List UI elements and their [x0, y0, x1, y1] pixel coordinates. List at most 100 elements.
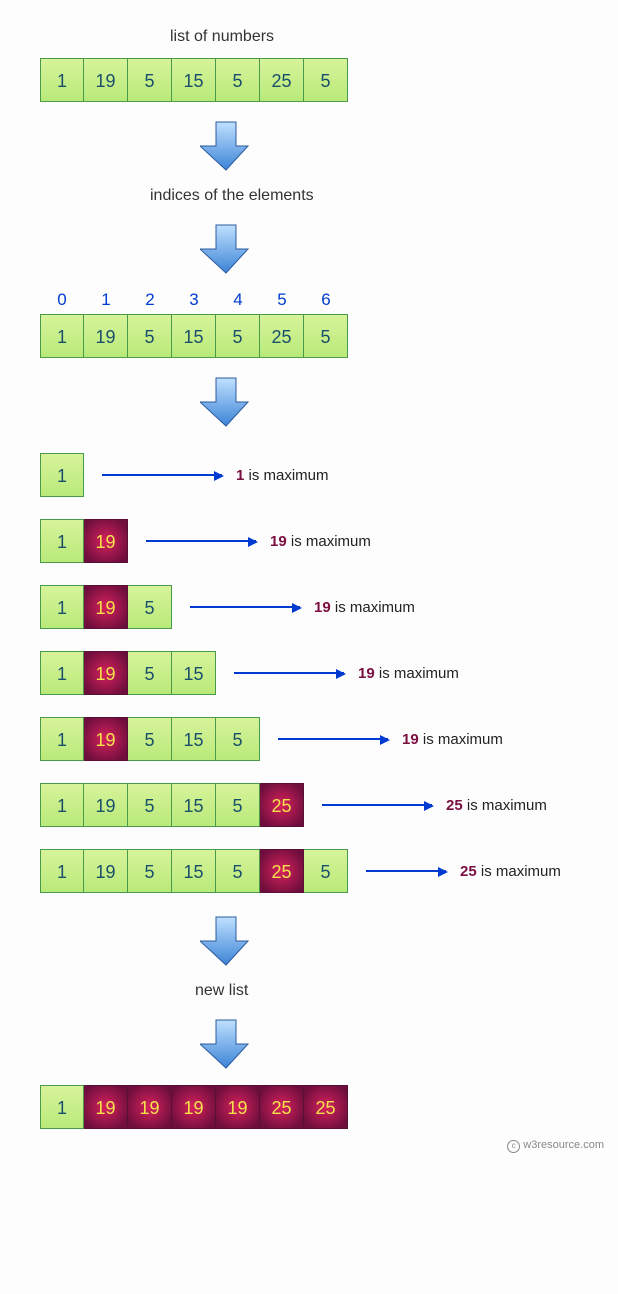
max-annotation: 19 is maximum	[314, 599, 415, 616]
max-value: 19	[314, 599, 331, 616]
arrow-down-icon	[200, 223, 598, 278]
arrow-right-icon	[278, 738, 388, 740]
list-cell: 1	[40, 314, 84, 358]
max-suffix: is maximum	[287, 533, 371, 550]
list-cell: 5	[216, 783, 260, 827]
highlighted-cell: 25	[304, 1085, 348, 1129]
list-cell: 19	[84, 314, 128, 358]
highlighted-cell: 19	[84, 1085, 128, 1129]
max-value: 19	[402, 731, 419, 748]
arrow-down-icon	[200, 915, 598, 970]
max-annotation: 1 is maximum	[236, 467, 329, 484]
label-indices: indices of the elements	[150, 187, 598, 205]
list-cell: 5	[216, 717, 260, 761]
max-suffix: is maximum	[331, 599, 415, 616]
list-cell: 15	[172, 783, 216, 827]
arrow-down-icon	[200, 120, 598, 175]
list-cell: 5	[216, 58, 260, 102]
list-cell: 25	[260, 58, 304, 102]
list-cell: 19	[84, 849, 128, 893]
credit-text: cw3resource.com	[507, 1139, 604, 1153]
index-label: 6	[304, 290, 348, 310]
max-suffix: is maximum	[244, 467, 328, 484]
list-cell: 19	[84, 58, 128, 102]
max-annotation: 19 is maximum	[270, 533, 371, 550]
list-cell: 1	[40, 849, 84, 893]
list-cell: 15	[172, 651, 216, 695]
step-row: 119519 is maximum	[40, 585, 598, 629]
list-cell: 1	[40, 519, 84, 563]
arrow-right-icon	[190, 606, 300, 608]
arrow-down-icon	[200, 376, 598, 431]
max-suffix: is maximum	[477, 863, 561, 880]
list-cell: 25	[260, 314, 304, 358]
step-cells: 119515525	[40, 783, 304, 827]
max-annotation: 19 is maximum	[358, 665, 459, 682]
highlighted-cell: 25	[260, 783, 304, 827]
max-annotation: 19 is maximum	[402, 731, 503, 748]
max-value: 25	[460, 863, 477, 880]
max-suffix: is maximum	[463, 797, 547, 814]
max-suffix: is maximum	[419, 731, 503, 748]
list-cell: 1	[40, 58, 84, 102]
steps-container: 11 is maximum11919 is maximum119519 is m…	[40, 453, 598, 893]
list-cell: 5	[128, 717, 172, 761]
list-cell: 5	[128, 585, 172, 629]
step-cells: 1195155255	[40, 849, 348, 893]
arrow-right-icon	[102, 474, 222, 476]
list-cell: 5	[128, 58, 172, 102]
index-label: 1	[84, 290, 128, 310]
step-row: 119515519 is maximum	[40, 717, 598, 761]
input-list-row: 1195155255	[40, 58, 598, 102]
input-list-with-indices: 1195155255	[40, 314, 598, 358]
arrow-right-icon	[322, 804, 432, 806]
step-row: 119515525525 is maximum	[40, 849, 598, 893]
index-label: 5	[260, 290, 304, 310]
index-label: 4	[216, 290, 260, 310]
list-cell: 1	[40, 783, 84, 827]
index-label: 2	[128, 290, 172, 310]
result-list-row: 1191919192525	[40, 1085, 598, 1129]
list-cell: 5	[216, 849, 260, 893]
step-row: 11919 is maximum	[40, 519, 598, 563]
list-cell: 5	[128, 314, 172, 358]
step-row: 1 1 is maximum	[40, 453, 598, 497]
list-cell: 15	[172, 58, 216, 102]
step-cells: 1	[40, 453, 84, 497]
highlighted-cell: 19	[216, 1085, 260, 1129]
arrow-right-icon	[234, 672, 344, 674]
index-label: 3	[172, 290, 216, 310]
highlighted-cell: 19	[84, 585, 128, 629]
max-suffix: is maximum	[375, 665, 459, 682]
list-cell: 1	[40, 651, 84, 695]
list-cell: 15	[172, 314, 216, 358]
highlighted-cell: 25	[260, 849, 304, 893]
arrow-right-icon	[146, 540, 256, 542]
index-label: 0	[40, 290, 84, 310]
arrow-right-icon	[366, 870, 446, 872]
indices-row: 0123456	[40, 290, 598, 310]
list-cell: 5	[128, 783, 172, 827]
list-cell: 5	[304, 314, 348, 358]
highlighted-cell: 19	[84, 717, 128, 761]
list-cell: 5	[128, 651, 172, 695]
step-row: 11951552525 is maximum	[40, 783, 598, 827]
max-value: 25	[446, 797, 463, 814]
highlighted-cell: 19	[84, 519, 128, 563]
list-cell: 5	[216, 314, 260, 358]
max-value: 19	[358, 665, 375, 682]
step-cells: 1195155	[40, 717, 260, 761]
list-cell: 1	[40, 453, 84, 497]
list-cell: 5	[304, 58, 348, 102]
step-cells: 119	[40, 519, 128, 563]
label-new-list: new list	[195, 982, 598, 1000]
highlighted-cell: 25	[260, 1085, 304, 1129]
highlighted-cell: 19	[172, 1085, 216, 1129]
list-cell: 5	[304, 849, 348, 893]
list-cell: 1	[40, 585, 84, 629]
list-cell: 5	[128, 849, 172, 893]
list-cell: 15	[172, 849, 216, 893]
max-annotation: 25 is maximum	[460, 863, 561, 880]
list-cell: 15	[172, 717, 216, 761]
list-cell: 19	[84, 783, 128, 827]
